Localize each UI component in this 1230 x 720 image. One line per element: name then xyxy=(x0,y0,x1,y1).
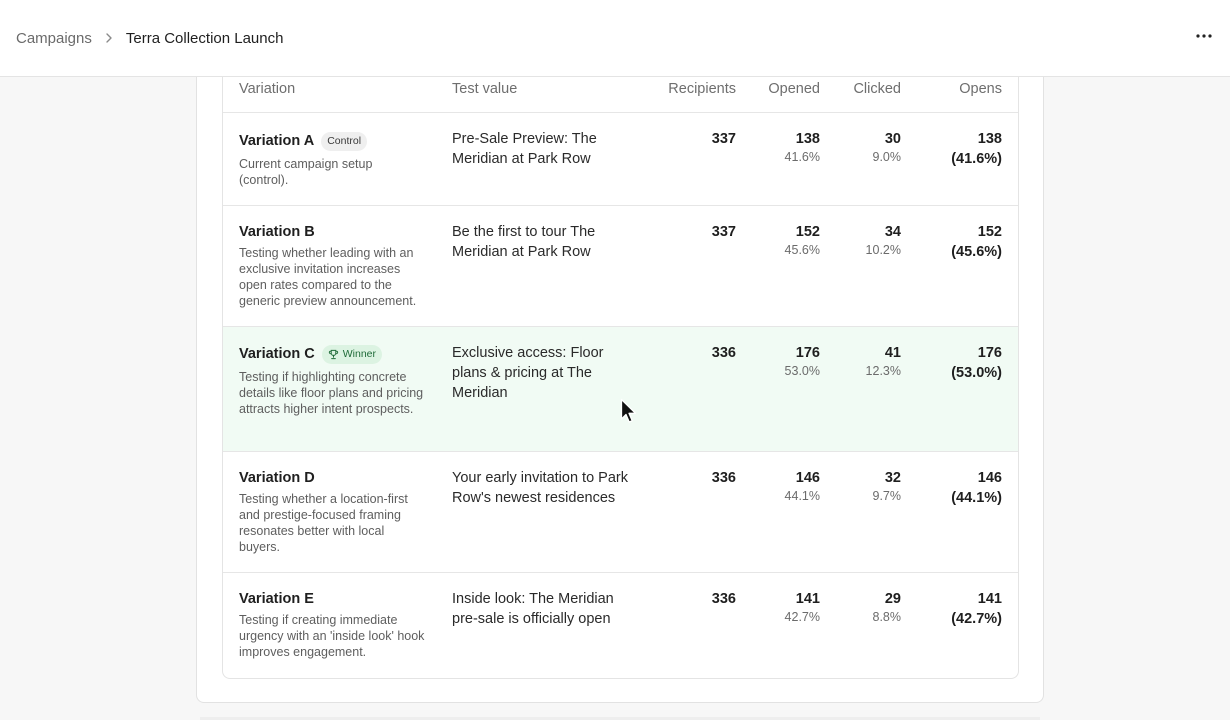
opened-percent: 53.0% xyxy=(784,364,820,378)
variation-name: Variation D xyxy=(239,470,315,486)
clicked-count: 30 xyxy=(884,131,901,147)
test-value: Your early invitation to Park Row's newe… xyxy=(452,470,628,506)
test-value: Pre-Sale Preview: The Meridian at Park R… xyxy=(452,131,597,167)
opened-percent: 44.1% xyxy=(784,489,820,503)
opens-percent: (42.7%) xyxy=(951,611,1002,627)
top-bar: Campaigns Terra Collection Launch xyxy=(0,0,1230,77)
header-test-value: Test value xyxy=(452,81,518,97)
recipients-count: 336 xyxy=(711,470,736,486)
clicked-percent: 9.7% xyxy=(872,489,902,503)
variation-description: Testing whether a location-first and pre… xyxy=(239,492,408,554)
clicked-count: 32 xyxy=(884,470,901,486)
recipients-count: 337 xyxy=(711,131,736,147)
table-row-variation-c[interactable]: Variation C Winner Testing if highlighti… xyxy=(223,327,1018,452)
variation-description: Testing if highlighting concrete details… xyxy=(239,370,424,416)
clicked-count: 34 xyxy=(884,224,901,240)
variation-description: Current campaign setup (control). xyxy=(239,157,373,187)
clicked-percent: 12.3% xyxy=(865,364,901,378)
opened-count: 141 xyxy=(795,591,820,607)
opened-percent: 42.7% xyxy=(784,610,820,624)
control-badge: Control xyxy=(321,131,368,151)
header-opens: Opens xyxy=(959,81,1002,97)
opened-count: 176 xyxy=(795,345,820,361)
results-card: Variation Test value Recipients Opened C… xyxy=(196,40,1044,703)
opens-percent: (53.0%) xyxy=(951,365,1002,381)
opens-count: 152 xyxy=(977,224,1002,240)
variation-name: Variation C xyxy=(239,346,315,362)
header-clicked: Clicked xyxy=(853,81,901,97)
table-row-variation-d[interactable]: Variation D Testing whether a location-f… xyxy=(223,452,1018,573)
clicked-count: 41 xyxy=(884,345,901,361)
opened-count: 152 xyxy=(795,224,820,240)
clicked-count: 29 xyxy=(884,591,901,607)
chevron-right-icon xyxy=(92,32,126,44)
table-header: Variation Test value Recipients Opened C… xyxy=(223,77,1018,113)
clicked-percent: 8.8% xyxy=(872,610,902,624)
recipients-count: 336 xyxy=(711,345,736,361)
variation-name: Variation B xyxy=(239,224,315,240)
variation-description: Testing whether leading with an exclusiv… xyxy=(239,246,417,308)
clicked-percent: 9.0% xyxy=(872,150,902,164)
test-value: Inside look: The Meridian pre-sale is of… xyxy=(452,591,614,627)
recipients-count: 337 xyxy=(711,224,736,240)
opens-percent: (44.1%) xyxy=(951,490,1002,506)
breadcrumb-current: Terra Collection Launch xyxy=(125,29,284,47)
recipients-count: 336 xyxy=(711,591,736,607)
test-value: Be the first to tour The Meridian at Par… xyxy=(452,224,596,260)
mouse-pointer-icon xyxy=(620,398,638,429)
test-value: Exclusive access: Floor plans & pricing … xyxy=(452,345,604,401)
table-row-variation-e[interactable]: Variation E Testing if creating immediat… xyxy=(223,573,1018,678)
opened-percent: 45.6% xyxy=(784,243,820,257)
opens-count: 141 xyxy=(977,591,1002,607)
more-options-button[interactable] xyxy=(1192,26,1216,46)
header-variation: Variation xyxy=(239,81,296,97)
opened-count: 138 xyxy=(795,131,820,147)
clicked-percent: 10.2% xyxy=(865,243,901,257)
table-row-variation-a[interactable]: Variation A Control Current campaign set… xyxy=(223,113,1018,206)
variations-table: Variation Test value Recipients Opened C… xyxy=(222,41,1019,679)
more-horizontal-icon xyxy=(1196,34,1212,38)
breadcrumb-campaigns-link[interactable]: Campaigns xyxy=(16,30,92,47)
opened-count: 146 xyxy=(795,470,820,486)
table-row-variation-b[interactable]: Variation B Testing whether leading with… xyxy=(223,206,1018,327)
variation-description: Testing if creating immediate urgency wi… xyxy=(239,613,425,659)
winner-badge: Winner xyxy=(321,344,383,364)
variation-name: Variation E xyxy=(239,591,314,607)
opens-count: 146 xyxy=(977,470,1002,486)
opens-percent: (41.6%) xyxy=(951,151,1002,167)
header-recipients: Recipients xyxy=(668,81,736,97)
opens-count: 176 xyxy=(977,345,1002,361)
opens-count: 138 xyxy=(977,131,1002,147)
variation-name: Variation A xyxy=(239,133,315,149)
opened-percent: 41.6% xyxy=(784,150,820,164)
winner-badge-label: Winner xyxy=(342,348,377,360)
opens-percent: (45.6%) xyxy=(951,244,1002,260)
header-opened: Opened xyxy=(768,81,820,97)
trophy-icon xyxy=(328,349,338,359)
